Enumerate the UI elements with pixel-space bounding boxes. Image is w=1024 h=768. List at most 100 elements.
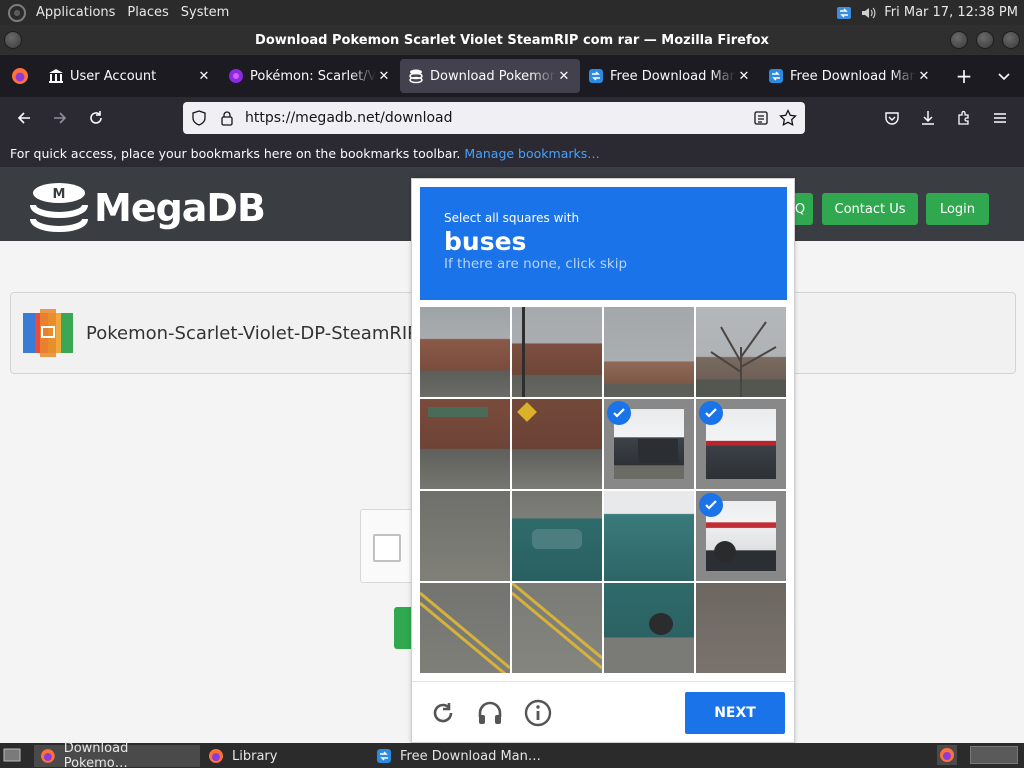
puzzle-icon: [958, 110, 969, 125]
captcha-tile-9[interactable]: [420, 491, 510, 581]
taskbar-item-library[interactable]: Library: [202, 745, 368, 767]
contact-us-button[interactable]: Contact Us: [822, 193, 918, 225]
window-menu-button[interactable]: [4, 31, 22, 49]
captcha-tile-8[interactable]: [696, 399, 786, 489]
tab-label: Download Pokemon: [430, 68, 556, 84]
downloads-button[interactable]: [910, 102, 946, 134]
tab-user-account[interactable]: User Account ✕: [40, 59, 220, 93]
captcha-hint-text: If there are none, click skip: [444, 256, 628, 272]
taskbar-item-free-download-manager[interactable]: Free Download Man…: [370, 745, 550, 767]
system-menu[interactable]: System: [175, 5, 235, 20]
places-menu[interactable]: Places: [121, 5, 174, 20]
bank-icon: [49, 69, 63, 83]
applications-menu[interactable]: Applications: [30, 5, 121, 20]
lock-icon[interactable]: [219, 110, 235, 126]
faq-label: Q: [794, 201, 806, 217]
file-name: Pokemon-Scarlet-Violet-DP-SteamRIP.co: [86, 323, 442, 344]
tab-close-icon[interactable]: ✕: [196, 69, 212, 84]
captcha-tile-12[interactable]: [696, 491, 786, 581]
tab-close-icon[interactable]: ✕: [916, 69, 932, 84]
captcha-tile-5[interactable]: [420, 399, 510, 489]
minimize-button[interactable]: [950, 31, 968, 49]
captcha-tile-16[interactable]: [696, 583, 786, 673]
gnome-logo-icon[interactable]: [8, 3, 26, 22]
info-icon: [524, 699, 552, 727]
captcha-instructions: Select all squares with buses If there a…: [420, 187, 787, 300]
contact-us-label: Contact Us: [834, 201, 906, 217]
fdm-icon: [589, 69, 603, 83]
tab-free-download-manager-2[interactable]: Free Download Mana ✕: [760, 59, 940, 93]
show-desktop-icon[interactable]: [3, 747, 21, 763]
recaptcha-checkbox[interactable]: [373, 534, 401, 562]
download-icon: [922, 111, 934, 125]
tab-download-pokemon[interactable]: Download Pokemon ✕: [400, 59, 580, 93]
tab-label: Free Download Mana: [790, 68, 916, 84]
manage-bookmarks-link[interactable]: Manage bookmarks…: [464, 146, 599, 161]
window-titlebar[interactable]: Download Pokemon Scarlet Violet SteamRIP…: [0, 25, 1024, 55]
captcha-tile-3[interactable]: [604, 307, 694, 397]
megadb-logo[interactable]: M MegaDB: [30, 181, 266, 235]
reader-view-icon[interactable]: [753, 110, 769, 126]
check-icon: [699, 493, 723, 517]
tab-strip: User Account ✕ Pokémon: Scarlet/Vi ✕ Dow…: [0, 55, 1024, 97]
new-tab-button[interactable]: +: [946, 59, 982, 93]
tab-list-button[interactable]: [986, 59, 1022, 93]
captcha-tile-10[interactable]: [512, 491, 602, 581]
login-button[interactable]: Login: [926, 193, 989, 225]
reload-challenge-button[interactable]: [428, 698, 458, 728]
volume-icon[interactable]: [860, 5, 876, 21]
tab-free-download-manager-1[interactable]: Free Download Mana ✕: [580, 59, 760, 93]
captcha-tile-2[interactable]: [512, 307, 602, 397]
captcha-tile-14[interactable]: [512, 583, 602, 673]
tab-label: Pokémon: Scarlet/Vi: [250, 68, 376, 84]
window-title: Download Pokemon Scarlet Violet SteamRIP…: [255, 32, 769, 48]
maximize-button[interactable]: [976, 31, 994, 49]
bookmark-star-icon[interactable]: [779, 109, 797, 127]
pokemon-icon: [229, 69, 243, 83]
back-arrow-icon: [17, 112, 30, 124]
tab-label: User Account: [70, 68, 157, 84]
url-bar[interactable]: https://megadb.net/download: [183, 102, 805, 134]
url-text[interactable]: https://megadb.net/download: [245, 110, 753, 126]
fdm-tray-icon[interactable]: [836, 5, 852, 21]
workspace-switcher[interactable]: [970, 746, 1018, 764]
tab-close-icon[interactable]: ✕: [556, 69, 572, 84]
shield-icon[interactable]: [191, 110, 207, 126]
taskbar-item-download-pokemon[interactable]: Download Pokemo…: [34, 741, 200, 768]
tab-pokemon[interactable]: Pokémon: Scarlet/Vi ✕: [220, 59, 400, 93]
captcha-tile-1[interactable]: [420, 307, 510, 397]
tab-close-icon[interactable]: ✕: [376, 69, 392, 84]
captcha-tile-15[interactable]: [604, 583, 694, 673]
reload-button[interactable]: [78, 102, 114, 134]
captcha-tile-13[interactable]: [420, 583, 510, 673]
firefox-tray-icon[interactable]: [937, 745, 957, 765]
audio-challenge-button[interactable]: [475, 698, 505, 728]
pocket-button[interactable]: [874, 102, 910, 134]
captcha-tile-11[interactable]: [604, 491, 694, 581]
clock[interactable]: Fri Mar 17, 12:38 PM: [884, 5, 1018, 20]
pocket-icon: [885, 112, 899, 125]
forward-button[interactable]: [42, 102, 78, 134]
taskbar-item-label: Free Download Man…: [400, 748, 541, 764]
captcha-tile-grid: [420, 307, 787, 674]
back-button[interactable]: [6, 102, 42, 134]
navigation-toolbar: https://megadb.net/download: [0, 97, 1024, 139]
top-panel: Applications Places System Fri Mar 17, 1…: [0, 0, 1024, 25]
tab-close-icon[interactable]: ✕: [736, 69, 752, 84]
extensions-button[interactable]: [946, 102, 982, 134]
next-button[interactable]: NEXT: [685, 692, 785, 734]
check-icon: [699, 401, 723, 425]
firefox-view-icon[interactable]: [0, 55, 40, 97]
info-button[interactable]: [523, 698, 553, 728]
bottom-taskbar: Download Pokemo… Library Free Download M…: [0, 741, 1024, 768]
bookmarks-message: For quick access, place your bookmarks h…: [10, 145, 461, 161]
firefox-icon: [209, 749, 223, 763]
captcha-tile-7[interactable]: [604, 399, 694, 489]
captcha-tile-6[interactable]: [512, 399, 602, 489]
database-logo-icon: M: [30, 183, 88, 233]
megadb-icon: [409, 69, 423, 84]
reload-icon: [433, 703, 453, 723]
close-window-button[interactable]: [1002, 31, 1020, 49]
app-menu-button[interactable]: [982, 102, 1018, 134]
captcha-tile-4[interactable]: [696, 307, 786, 397]
